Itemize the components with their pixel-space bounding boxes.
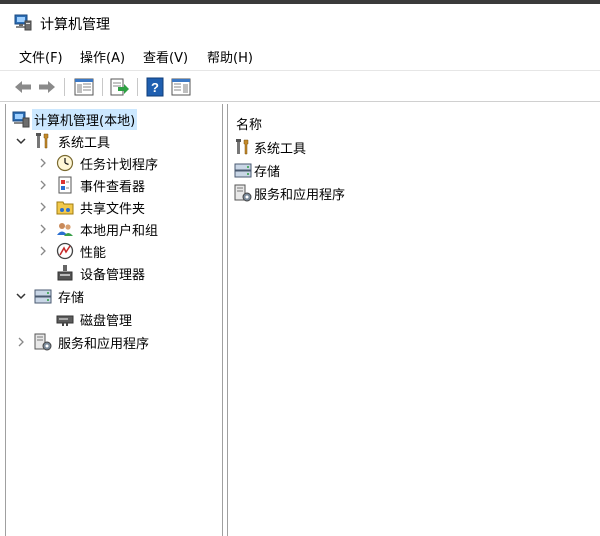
computer-management-window: 计算机管理 文件(F) 操作(A) 查看(V) 帮助(H) ? 计算机管理(本地… [0, 4, 600, 536]
system-tools-icon [36, 133, 49, 149]
window-title: 计算机管理 [40, 17, 110, 33]
computer-management-icon [14, 14, 32, 31]
tree-item-system-tools[interactable]: 系统工具 [16, 130, 112, 152]
menu-help[interactable]: 帮助(H) [207, 47, 253, 66]
tree-label: 服务和应用程序 [58, 336, 150, 352]
tree-item-performance[interactable]: 性能 [38, 240, 108, 262]
help-icon[interactable]: ? [144, 76, 166, 98]
export-list-icon[interactable] [108, 76, 130, 98]
clock-icon [56, 154, 74, 172]
svg-text:?: ? [151, 80, 159, 95]
tree-item-shared-folders[interactable]: 共享文件夹 [38, 196, 147, 218]
menu-file[interactable]: 文件(F) [19, 47, 63, 66]
tree-item-device-manager[interactable]: 设备管理器 [38, 262, 147, 284]
show-hide-action-pane-icon[interactable] [170, 76, 192, 98]
toolbar: ? [0, 70, 600, 102]
chevron-right-icon[interactable] [38, 180, 48, 190]
tree-label: 磁盘管理 [80, 313, 133, 329]
column-header-name[interactable]: 名称 [236, 114, 262, 133]
title-bar: 计算机管理 [0, 4, 600, 40]
chevron-down-icon[interactable] [16, 291, 26, 301]
chevron-right-icon[interactable] [38, 246, 48, 256]
tree-label: 性能 [80, 245, 107, 261]
tree-label: 计算机管理(本地) [32, 108, 138, 130]
tree-label: 本地用户和组 [80, 223, 159, 239]
tree-label: 设备管理器 [80, 267, 146, 283]
menu-bar: 文件(F) 操作(A) 查看(V) 帮助(H) [0, 44, 600, 68]
show-hide-console-tree-icon[interactable] [73, 76, 95, 98]
chevron-right-icon[interactable] [38, 158, 48, 168]
toolbar-separator [102, 78, 103, 96]
services-applications-icon [34, 333, 52, 351]
services-applications-icon [234, 184, 252, 202]
tree-label: 存储 [58, 290, 85, 306]
tree-label: 任务计划程序 [80, 157, 159, 173]
tree-item-services-applications[interactable]: 服务和应用程序 [16, 331, 151, 353]
menu-view[interactable]: 查看(V) [143, 47, 188, 66]
tree-item-task-scheduler[interactable]: 任务计划程序 [38, 152, 160, 174]
device-manager-icon [57, 265, 73, 281]
disk-management-icon [56, 315, 74, 326]
computer-management-icon [12, 111, 30, 128]
list-item-label: 系统工具 [254, 142, 307, 157]
tree-label: 系统工具 [58, 135, 111, 151]
chevron-right-icon[interactable] [16, 337, 26, 347]
list-item-label: 服务和应用程序 [254, 188, 346, 203]
chevron-right-icon[interactable] [38, 202, 48, 212]
tree-label: 事件查看器 [80, 179, 146, 195]
chevron-right-icon[interactable] [38, 224, 48, 234]
results-pane: 名称 系统工具 存储 服务和应用程序 [227, 104, 600, 536]
forward-icon[interactable] [36, 76, 58, 98]
back-icon[interactable] [12, 76, 34, 98]
toolbar-separator [137, 78, 138, 96]
toolbar-separator [64, 78, 65, 96]
event-viewer-icon [58, 176, 72, 194]
list-item-system-tools[interactable]: 系统工具 [234, 136, 434, 158]
tree-item-local-users-groups[interactable]: 本地用户和组 [38, 218, 160, 240]
list-item-storage[interactable]: 存储 [234, 159, 434, 181]
console-tree: 计算机管理(本地) 系统工具 任务计划程序 事件查看器 共享文件夹 本地用户和组… [5, 104, 223, 536]
tree-item-computer-management-local[interactable]: 计算机管理(本地) [12, 108, 138, 130]
storage-icon [34, 289, 52, 304]
tree-item-storage[interactable]: 存储 [16, 285, 86, 307]
tree-item-event-viewer[interactable]: 事件查看器 [38, 174, 147, 196]
performance-icon [56, 242, 74, 260]
shared-folder-icon [56, 201, 74, 215]
chevron-down-icon[interactable] [16, 136, 26, 146]
users-icon [57, 223, 73, 236]
list-item-label: 存储 [254, 165, 281, 180]
tree-label: 共享文件夹 [80, 201, 146, 217]
storage-icon [234, 163, 252, 178]
list-item-services-applications[interactable]: 服务和应用程序 [234, 182, 434, 204]
menu-action[interactable]: 操作(A) [80, 47, 125, 66]
tree-item-disk-management[interactable]: 磁盘管理 [38, 308, 134, 330]
system-tools-icon [236, 139, 249, 155]
